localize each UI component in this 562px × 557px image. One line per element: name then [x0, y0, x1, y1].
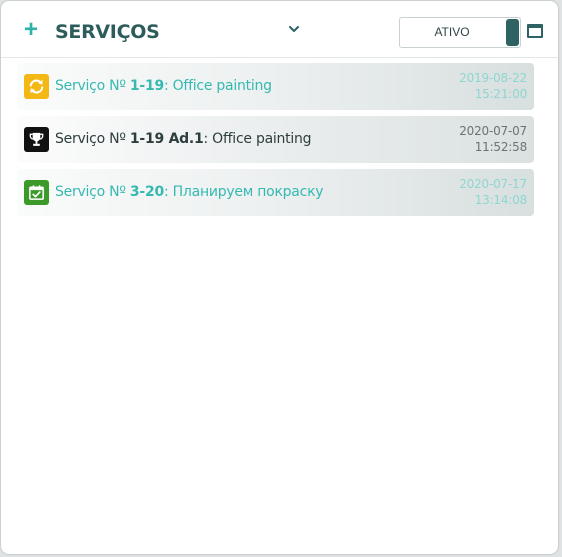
service-date: 2019-08-22 — [459, 71, 527, 85]
list-item[interactable]: Serviço Nº 1-19 Ad.1: Office painting 20… — [17, 116, 534, 163]
service-time: 15:21:00 — [474, 87, 527, 101]
service-name: Планируем покраску — [172, 184, 324, 200]
service-date: 2020-07-07 — [459, 124, 527, 138]
service-number: 3-20 — [129, 184, 164, 200]
service-timestamp: 2020-07-17 13:14:08 — [459, 176, 527, 208]
service-timestamp: 2019-08-22 15:21:00 — [459, 70, 527, 102]
service-name: Office painting — [172, 78, 272, 94]
chevron-down-icon[interactable] — [288, 23, 300, 35]
list-item[interactable]: Serviço Nº 3-20: Планируем покраску 2020… — [17, 169, 534, 216]
refresh-icon — [24, 74, 49, 99]
service-title: Serviço Nº 1-19 Ad.1: Office painting — [55, 131, 312, 147]
service-number: 1-19 Ad.1 — [129, 131, 204, 147]
page-title: SERVIÇOS — [55, 21, 160, 43]
add-service-button[interactable]: + — [23, 18, 39, 42]
service-time: 13:14:08 — [474, 193, 527, 207]
service-time: 11:52:58 — [474, 140, 527, 154]
service-title: Serviço Nº 1-19: Office painting — [55, 78, 272, 94]
calendar-check-icon — [24, 180, 49, 205]
list-item[interactable]: Serviço Nº 1-19: Office painting 2019-08… — [17, 63, 534, 110]
service-list: Serviço Nº 1-19: Office painting 2019-08… — [17, 63, 534, 222]
active-toggle[interactable]: ATIVO — [399, 17, 521, 48]
trophy-icon — [24, 127, 49, 152]
service-title: Serviço Nº 3-20: Планируем покраску — [55, 184, 324, 200]
service-timestamp: 2020-07-07 11:52:58 — [459, 123, 527, 155]
service-date: 2020-07-17 — [459, 177, 527, 191]
toggle-knob[interactable] — [506, 19, 519, 46]
panel-header: + SERVIÇOS ATIVO — [1, 1, 558, 58]
services-panel: + SERVIÇOS ATIVO Serviço Nº 1-19: Office… — [1, 1, 558, 554]
window-maximize-icon[interactable] — [527, 24, 543, 38]
toggle-label: ATIVO — [434, 25, 470, 39]
service-name: Office painting — [212, 131, 312, 147]
service-number: 1-19 — [129, 78, 164, 94]
